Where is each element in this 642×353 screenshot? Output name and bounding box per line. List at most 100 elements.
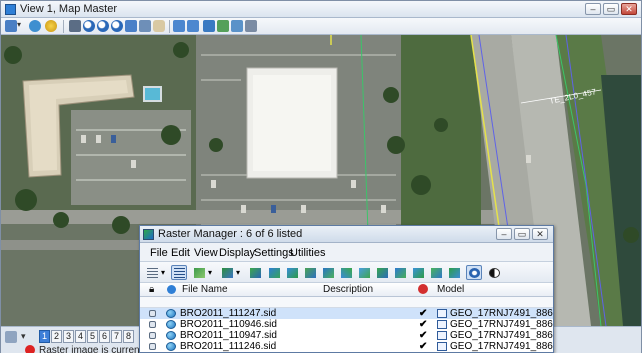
contrast-icon[interactable]: [486, 265, 502, 280]
display-check[interactable]: ✔: [419, 330, 427, 341]
raster-manager-titlebar[interactable]: Raster Manager : 6 of 6 listed – ▭ ✕: [140, 226, 553, 243]
menu-settings[interactable]: Settings: [254, 247, 294, 259]
raster-file-name: BRO2011_110946.sid: [180, 319, 277, 330]
raster-list-filter-row[interactable]: [140, 297, 553, 308]
menu-display[interactable]: Display: [219, 247, 255, 259]
display-check[interactable]: ✔: [419, 341, 427, 352]
toolbar-separator: [63, 20, 64, 33]
dropdown-arrow-icon[interactable]: ▾: [160, 265, 168, 280]
view-tab-2[interactable]: 2: [51, 330, 62, 343]
raster-model: GEO_17RNJ7491_8863.dgn: [450, 308, 553, 319]
model-icon: [437, 309, 447, 318]
attach-raster-icon[interactable]: [191, 265, 207, 280]
lock-icon[interactable]: [149, 310, 156, 317]
raster-file-icon: [166, 331, 176, 340]
raster-list: BRO2011_111247.sid ✔ GEO_17RNJ7491_8863.…: [140, 308, 553, 352]
view-next-icon[interactable]: [187, 20, 199, 32]
display-check[interactable]: ✔: [419, 319, 427, 330]
restore-button[interactable]: ▭: [603, 3, 619, 15]
raster-manager-toolbar: ▾ ▾ ▾: [140, 261, 553, 283]
raster-terrain-icon[interactable]: [428, 265, 444, 280]
lighting-icon[interactable]: [45, 20, 57, 32]
rm-minimize-button[interactable]: –: [496, 228, 512, 240]
window-area-icon[interactable]: [111, 20, 123, 32]
menu-utilities[interactable]: Utilities: [290, 247, 325, 259]
mirror-raster-icon[interactable]: [320, 265, 336, 280]
mask-raster-icon[interactable]: [374, 265, 390, 280]
update-view-icon[interactable]: [69, 20, 81, 32]
close-button[interactable]: ✕: [621, 3, 637, 15]
error-icon: [25, 345, 35, 353]
view-tab-5[interactable]: 5: [87, 330, 98, 343]
warp-raster-icon[interactable]: [338, 265, 354, 280]
dropdown-arrow-icon[interactable]: ▾: [21, 331, 29, 343]
clip-volume-icon[interactable]: [231, 20, 243, 32]
camera-icon[interactable]: [245, 20, 257, 32]
zoom-out-icon[interactable]: [97, 20, 109, 32]
display-column-icon[interactable]: [167, 285, 176, 294]
raster-manager-dialog: Raster Manager : 6 of 6 listed – ▭ ✕ Fil…: [139, 225, 554, 353]
lock-icon[interactable]: [149, 343, 156, 350]
view-groups-icon[interactable]: [5, 331, 17, 343]
dropdown-arrow-icon[interactable]: ▾: [235, 265, 243, 280]
lock-column-icon[interactable]: 🔒︎: [149, 284, 154, 295]
raster-row[interactable]: BRO2011_110946.sid ✔ GEO_17RNJ7491_8863.…: [140, 319, 553, 330]
zoom-in-icon[interactable]: [83, 20, 95, 32]
file-name-column[interactable]: File Name: [182, 284, 228, 295]
toolbar-separator: [169, 20, 170, 33]
view-tab-7[interactable]: 7: [111, 330, 122, 343]
raster-row[interactable]: BRO2011_111246.sid ✔ GEO_17RNJ7491_8863.…: [140, 341, 553, 352]
raster-elevation-icon[interactable]: [446, 265, 462, 280]
rm-close-button[interactable]: ✕: [532, 228, 548, 240]
raster-file-icon: [166, 342, 176, 351]
fit-raster-icon[interactable]: [392, 265, 408, 280]
raster-manager-title: Raster Manager : 6 of 6 listed: [158, 228, 303, 240]
model-column[interactable]: Model: [437, 284, 464, 295]
snap-column-icon[interactable]: [418, 284, 428, 294]
detach-raster-icon[interactable]: [219, 265, 235, 280]
dropdown-arrow-icon[interactable]: ▾: [17, 20, 23, 32]
rm-restore-button[interactable]: ▭: [514, 228, 530, 240]
raster-manager-menubar: File Edit View Display Settings Utilitie…: [140, 244, 553, 261]
display-check[interactable]: ✔: [419, 308, 427, 319]
clip-raster-icon[interactable]: [356, 265, 372, 280]
raster-manager-icon: [143, 229, 154, 240]
view-tab-6[interactable]: 6: [99, 330, 110, 343]
copy-view-icon[interactable]: [203, 20, 215, 32]
raster-row[interactable]: BRO2011_111247.sid ✔ GEO_17RNJ7491_8863.…: [140, 308, 553, 319]
minimize-button[interactable]: –: [585, 3, 601, 15]
scale-raster-icon[interactable]: [284, 265, 300, 280]
lock-icon[interactable]: [149, 332, 156, 339]
dropdown-arrow-icon[interactable]: ▾: [207, 265, 215, 280]
raster-model: GEO_17RNJ7491_8863.dgn: [450, 341, 553, 352]
move-raster-icon[interactable]: [266, 265, 282, 280]
reload-raster-icon[interactable]: [247, 265, 263, 280]
details-view-icon[interactable]: [171, 265, 187, 280]
raster-file-name: BRO2011_111247.sid: [180, 308, 277, 319]
view-window-icon: [5, 4, 16, 15]
raster-model: GEO_17RNJ7491_8863.dgn: [450, 319, 553, 330]
sync-raster-icon[interactable]: [466, 265, 482, 280]
raster-row[interactable]: BRO2011_110947.sid ✔ GEO_17RNJ7491_8863.…: [140, 330, 553, 341]
menu-file[interactable]: File: [150, 247, 168, 259]
toggle-icon[interactable]: [217, 20, 229, 32]
lock-icon[interactable]: [149, 321, 156, 328]
fit-view-icon[interactable]: [125, 20, 137, 32]
view-attributes-icon[interactable]: [5, 20, 17, 32]
view-tab-4[interactable]: 4: [75, 330, 86, 343]
view-tab-1[interactable]: 1: [39, 330, 50, 343]
pan-view-icon[interactable]: [153, 20, 165, 32]
menu-view[interactable]: View: [194, 247, 218, 259]
view-titlebar[interactable]: View 1, Map Master – ▭ ✕: [1, 1, 641, 18]
list-view-icon[interactable]: [144, 265, 160, 280]
rotate-raster-icon[interactable]: [302, 265, 318, 280]
menu-edit[interactable]: Edit: [171, 247, 190, 259]
view-tab-3[interactable]: 3: [63, 330, 74, 343]
display-style-icon[interactable]: [29, 20, 41, 32]
georeference-icon[interactable]: [410, 265, 426, 280]
rotate-view-icon[interactable]: [139, 20, 151, 32]
raster-model: GEO_17RNJ7491_8863.dgn: [450, 330, 553, 341]
view-previous-icon[interactable]: [173, 20, 185, 32]
view-tab-8[interactable]: 8: [123, 330, 134, 343]
description-column[interactable]: Description: [323, 284, 373, 295]
